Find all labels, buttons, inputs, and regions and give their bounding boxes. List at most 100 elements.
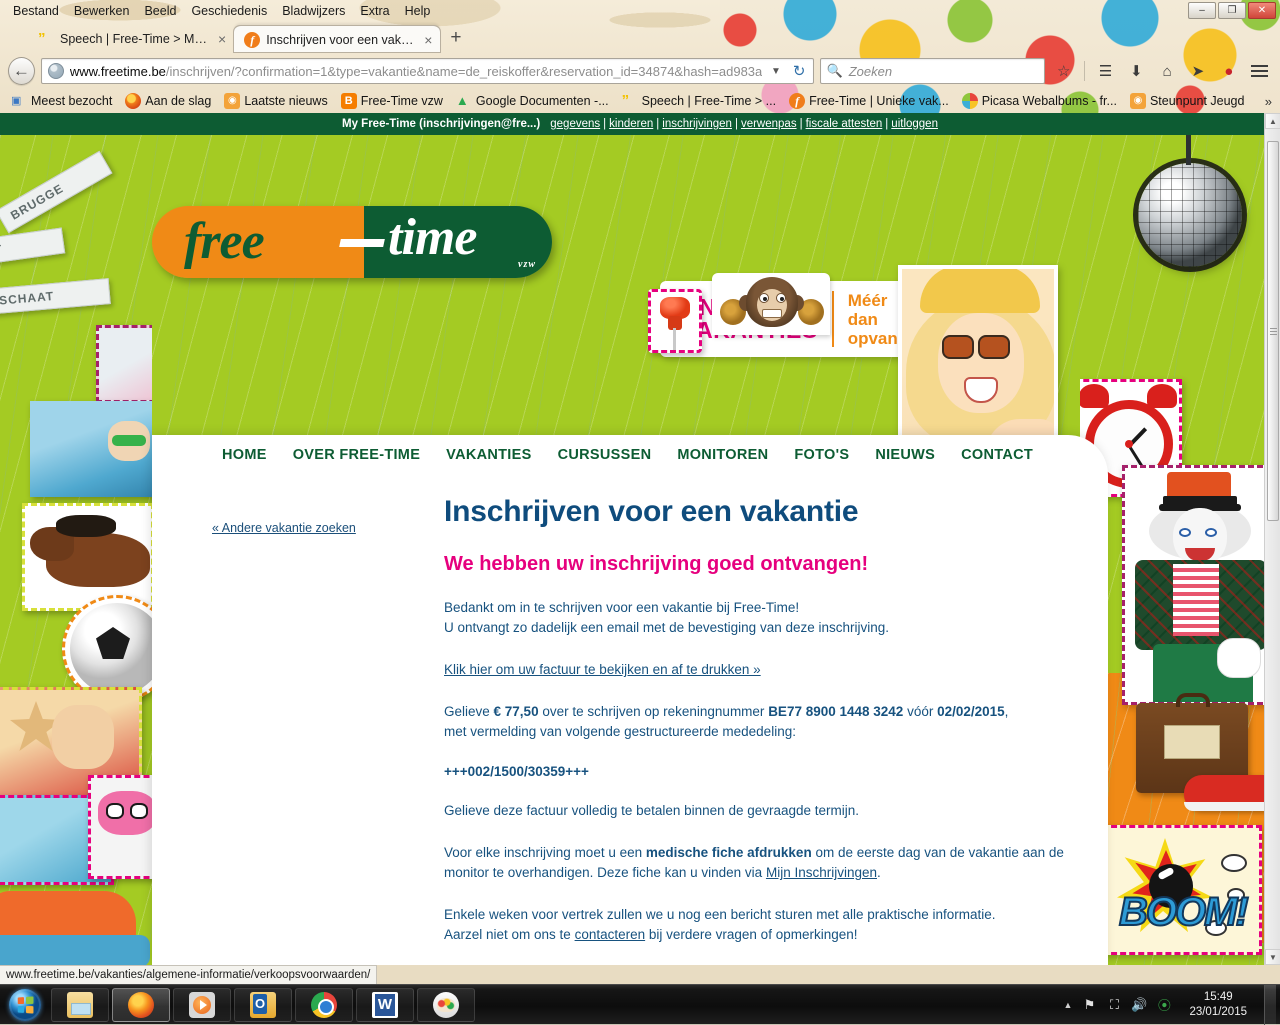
taskbar-wmp-button[interactable] <box>173 987 231 1022</box>
chevron-down-icon[interactable]: ▼ <box>768 66 784 77</box>
home-icon[interactable]: ⌂ <box>1155 58 1180 84</box>
send-icon[interactable]: ➤ <box>1186 58 1211 84</box>
nav-item-monitoren[interactable]: MONITOREN <box>677 447 768 463</box>
right-photo-collage: BOOM! <box>1080 135 1280 965</box>
menu-extra[interactable]: Extra <box>353 2 396 20</box>
taskbar-outlook-button[interactable] <box>234 987 292 1022</box>
back-button[interactable]: ← <box>8 57 35 85</box>
search-placeholder: Zoeken <box>848 63 893 79</box>
account-link-fiscale-attesten[interactable]: fiscale attesten <box>806 118 883 130</box>
windows-flag-icon <box>17 995 34 1014</box>
bookmark-speech[interactable]: ” Speech | Free-Time > ... <box>617 92 781 110</box>
boom-puff-1 <box>1221 854 1247 872</box>
nav-item-contact[interactable]: CONTACT <box>961 447 1033 463</box>
contact-pre: Aarzel niet om ons te <box>444 927 575 942</box>
account-link-kinderen[interactable]: kinderen <box>609 118 653 130</box>
menu-geschiedenis[interactable]: Geschiedenis <box>184 2 274 20</box>
freetime-logo[interactable]: free time vzw <box>152 206 552 278</box>
andere-vakantie-zoeken-link[interactable]: « Andere vakantie zoeken <box>212 521 356 535</box>
action-center-icon[interactable]: ⛶ <box>1106 997 1122 1013</box>
picasa-icon <box>961 93 978 109</box>
menu-icon[interactable] <box>1247 58 1272 84</box>
taskbar-word-button[interactable] <box>356 987 414 1022</box>
account-separator: | <box>885 118 889 130</box>
pinterest-icon[interactable]: ● <box>1216 58 1241 84</box>
download-icon[interactable]: ⬇ <box>1124 58 1149 84</box>
bookmark-laatste-nieuws[interactable]: ◉ Laatste nieuws <box>219 92 332 110</box>
clock-center-pin <box>1125 440 1133 448</box>
gdrive-icon: ▲ <box>455 93 469 108</box>
scrollbar-thumb[interactable] <box>1267 141 1279 521</box>
tab-label: Speech | Free-Time > Mod... <box>60 32 210 46</box>
firefox-icon <box>128 991 154 1018</box>
nav-item-nieuws[interactable]: NIEUWS <box>875 447 935 463</box>
dropbox-icon[interactable]: ⦿ <box>1156 997 1172 1013</box>
mijn-inschrijvingen-link[interactable]: Mijn Inschrijvingen <box>766 865 877 880</box>
nav-item-home[interactable]: HOME <box>222 447 267 463</box>
account-link-verwenpas[interactable]: verwenpas <box>741 118 797 130</box>
nav-item-over-free-time[interactable]: OVER FREE-TIME <box>293 447 420 463</box>
quote-icon: ” <box>38 30 46 47</box>
show-desktop-button[interactable] <box>1264 984 1276 1025</box>
horse-mane <box>56 515 116 537</box>
account-link-gegevens[interactable]: gegevens <box>550 118 600 130</box>
clock-area[interactable]: 15:49 23/01/2015 <box>1181 990 1255 1020</box>
medical-pre: Voor elke inschrijving moet u een <box>444 845 646 860</box>
taskbar-explorer-button[interactable] <box>51 987 109 1022</box>
minimize-button[interactable]: – <box>1188 2 1216 19</box>
account-link-inschrijvingen[interactable]: inschrijvingen <box>662 118 732 130</box>
bookmark-meest-bezocht[interactable]: ▣ Meest bezocht <box>6 92 117 110</box>
menu-bestand[interactable]: Bestand <box>6 2 66 20</box>
show-hidden-icons-icon[interactable]: ▲ <box>1064 1000 1073 1010</box>
bookmark-aan-de-slag[interactable]: Aan de slag <box>120 92 216 110</box>
bookmark-picasa[interactable]: Picasa Webalbums - fr... <box>957 92 1122 110</box>
url-bar[interactable]: www.freetime.be/inschrijven/?confirmatio… <box>40 58 814 84</box>
logo-right-half: time vzw <box>339 206 552 278</box>
search-input[interactable]: 🔍 Zoeken <box>819 58 1046 84</box>
reload-icon[interactable]: ↻ <box>790 62 809 80</box>
tab-close-icon[interactable]: × <box>424 32 432 48</box>
contacteren-link[interactable]: contacteren <box>575 927 646 942</box>
chrome-icon <box>311 991 337 1018</box>
account-link-uitloggen[interactable]: uitloggen <box>891 118 938 130</box>
photo-skier <box>96 325 152 403</box>
girl-sunglasses-right <box>978 335 1010 359</box>
bookmark-steunpunt-jeugd[interactable]: ◉ Steunpunt Jeugd <box>1125 92 1250 110</box>
bookmarks-overflow-icon[interactable]: » <box>1265 94 1274 109</box>
invoice-paragraph: Klik hier om uw factuur te bekijken en a… <box>444 660 1064 680</box>
tab-speech[interactable]: ” Speech | Free-Time > Mod... × <box>28 25 234 53</box>
taskbar-chrome-button[interactable] <box>295 987 353 1022</box>
star-icon[interactable]: ☆ <box>1051 58 1076 84</box>
menu-bladwijzers[interactable]: Bladwijzers <box>275 2 352 20</box>
new-tab-button[interactable]: + <box>440 27 471 53</box>
page-scrollbar[interactable]: ▲ ▼ <box>1264 113 1280 965</box>
bookmark-google-documenten[interactable]: ▲ Google Documenten -... <box>451 92 614 110</box>
maximize-button[interactable]: ❐ <box>1218 2 1246 19</box>
bookmark-free-time-vzw[interactable]: B Free-Time vzw <box>336 92 448 110</box>
start-button[interactable] <box>2 987 48 1023</box>
tab-close-icon[interactable]: × <box>218 31 226 47</box>
network-icon[interactable]: ⚑ <box>1081 997 1097 1013</box>
taskbar-paint-button[interactable] <box>417 987 475 1022</box>
scroll-up-arrow[interactable]: ▲ <box>1265 113 1280 129</box>
nav-item-fotos[interactable]: FOTO'S <box>794 447 849 463</box>
menu-beeld[interactable]: Beeld <box>137 2 183 20</box>
volume-icon[interactable]: 🔊 <box>1131 997 1147 1013</box>
media-player-icon <box>189 991 215 1018</box>
payment-before: vóór <box>903 704 938 719</box>
pay-full-paragraph: Gelieve deze factuur volledig te betalen… <box>444 803 860 818</box>
invoice-link[interactable]: Klik hier om uw factuur te bekijken en a… <box>444 662 761 677</box>
menu-help[interactable]: Help <box>398 2 438 20</box>
taskbar-firefox-button[interactable] <box>112 987 170 1022</box>
menu-bewerken[interactable]: Bewerken <box>67 2 137 20</box>
scroll-down-arrow[interactable]: ▼ <box>1265 949 1280 965</box>
reader-icon[interactable]: ☰ <box>1093 58 1118 84</box>
logo-left-half: free <box>152 206 364 278</box>
nav-item-vakanties[interactable]: VAKANTIES <box>446 447 531 463</box>
bookmark-free-time-unieke[interactable]: f Free-Time | Unieke vak... <box>784 92 954 110</box>
url-path: /inschrijven/?confirmation=1&type=vakant… <box>165 63 763 79</box>
tab-inschrijven[interactable]: f Inschrijven voor een vakan... × <box>234 25 441 53</box>
close-button[interactable]: ✕ <box>1248 2 1276 19</box>
medical-paragraph: Voor elke inschrijving moet u een medisc… <box>444 843 1064 883</box>
nav-item-cursussen[interactable]: CURSUSSEN <box>558 447 652 463</box>
